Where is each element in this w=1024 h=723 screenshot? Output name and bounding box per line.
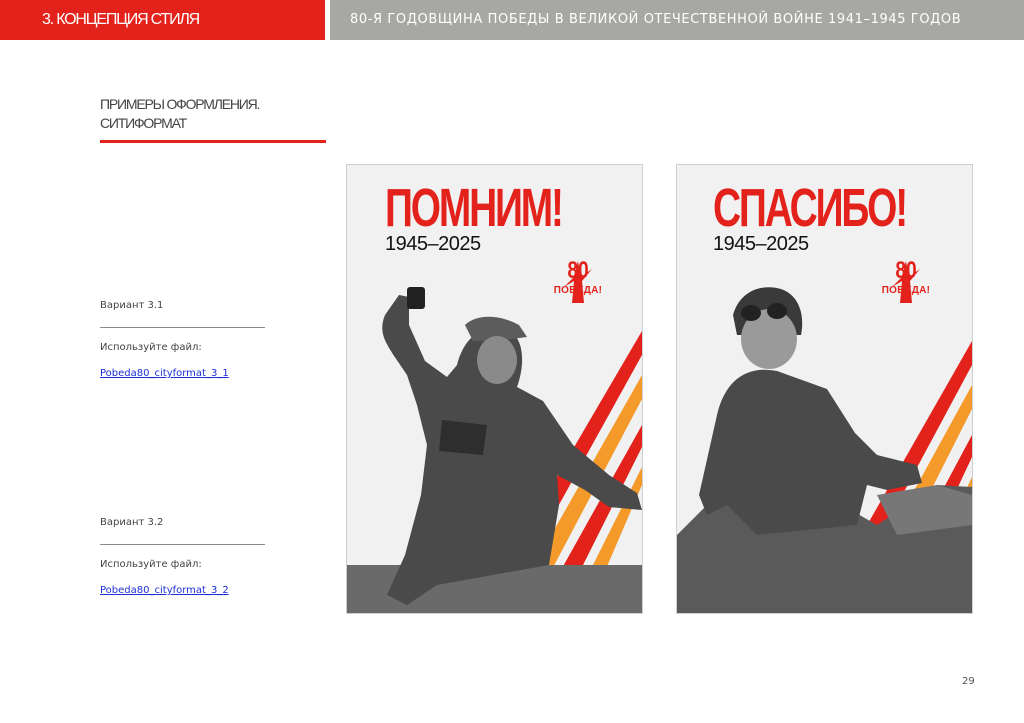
variant-label: Вариант 3.2 (100, 517, 164, 528)
poster-years: 1945–2025 (713, 233, 809, 255)
pilot-photo (677, 287, 972, 613)
variant-block-3-1: Вариант 3.1 Используйте файл: Pobeda80_c… (100, 300, 270, 379)
section-underline (100, 140, 326, 143)
section-title: ПРИМЕРЫ ОФОРМЛЕНИЯ. СИТИФОРМАТ (100, 95, 260, 133)
header-title-bar: 80-Я ГОДОВЩИНА ПОБЕДЫ В ВЕЛИКОЙ ОТЕЧЕСТВ… (330, 0, 1024, 40)
poster-headline: СПАСИБО! (713, 178, 908, 238)
badge-number: 80 (895, 257, 917, 284)
variant-file-link[interactable]: Pobeda80_cityformat_3_1 (100, 368, 270, 379)
poster-pomnim: ПОМНИМ! 1945–2025 80 ПОБЕДА! (346, 164, 643, 614)
variant-file-link[interactable]: Pobeda80_cityformat_3_2 (100, 585, 270, 596)
variant-use-text: Используйте файл: (100, 559, 202, 570)
header-section-label: 3. КОНЦЕПЦИЯ СТИЛЯ (42, 11, 200, 28)
poster-years: 1945–2025 (385, 233, 481, 255)
header-title: 80-Я ГОДОВЩИНА ПОБЕДЫ В ВЕЛИКОЙ ОТЕЧЕСТВ… (350, 12, 962, 27)
poster-headline: ПОМНИМ! (385, 178, 564, 238)
header-section-bar: 3. КОНЦЕПЦИЯ СТИЛЯ (0, 0, 325, 40)
variant-block-3-2: Вариант 3.2 Используйте файл: Pobeda80_c… (100, 517, 270, 596)
section-title-line1: ПРИМЕРЫ ОФОРМЛЕНИЯ. (100, 96, 260, 112)
variant-divider (100, 544, 265, 545)
variant-divider (100, 327, 265, 328)
victory-badge: 80 ПОБЕДА! (880, 257, 932, 303)
victory-badge: 80 ПОБЕДА! (552, 257, 604, 303)
variant-use-text: Используйте файл: (100, 342, 202, 353)
badge-number: 80 (567, 257, 589, 284)
section-title-line2: СИТИФОРМАТ (100, 115, 187, 131)
variant-label: Вариант 3.1 (100, 300, 164, 311)
page-number: 29 (962, 676, 975, 687)
poster-spasibo: СПАСИБО! 1945–2025 80 ПОБЕДА! (676, 164, 973, 614)
